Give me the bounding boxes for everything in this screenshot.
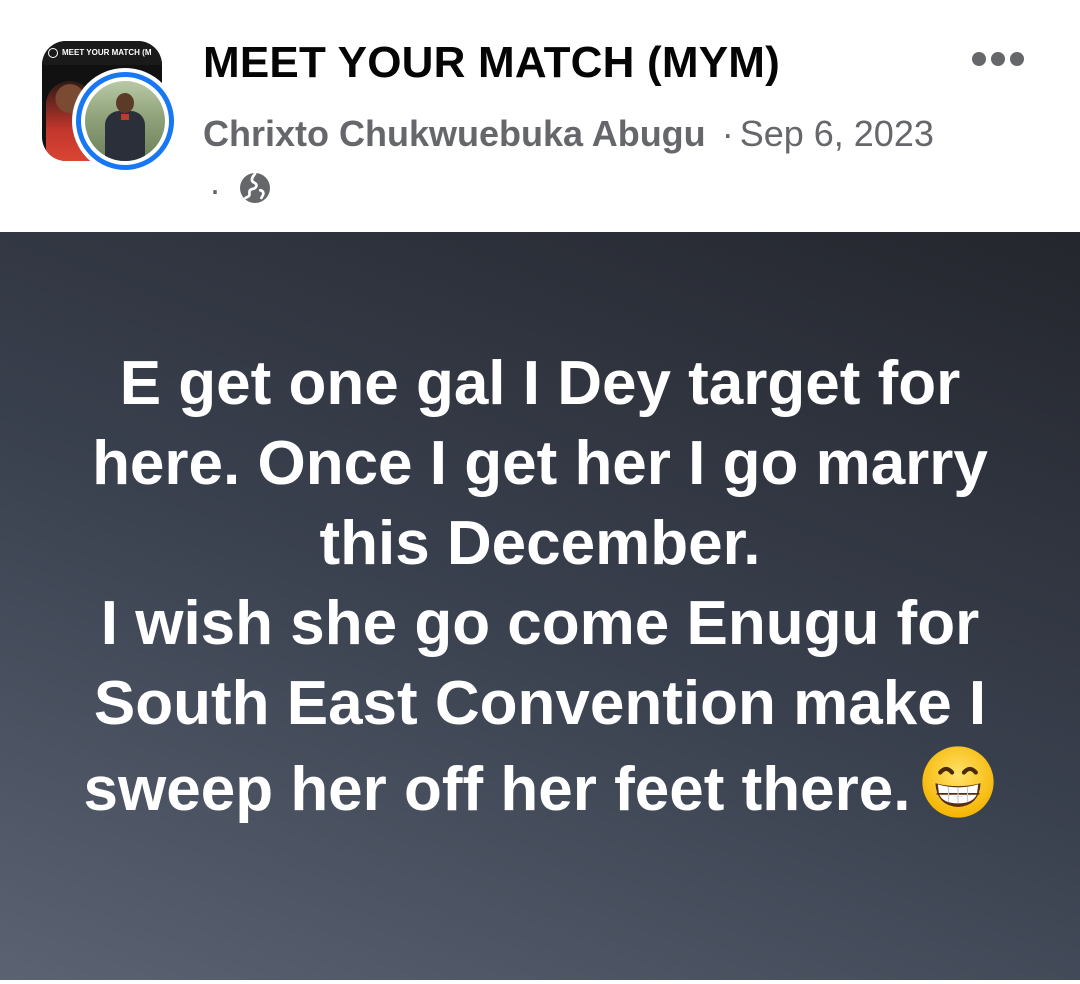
post-meta: Chrixto Chukwuebuka Abugu · Sep 6, 2023 · — [203, 106, 943, 218]
meta-separator: · — [721, 113, 734, 154]
author-photo — [85, 81, 165, 161]
more-options-icon[interactable] — [968, 48, 1028, 72]
author-name[interactable]: Chrixto Chukwuebuka Abugu — [203, 113, 706, 154]
group-name[interactable]: MEET YOUR MATCH (MYM) — [203, 38, 780, 88]
post-text-body: E get one gal I Dey target for here. Onc… — [83, 349, 988, 824]
author-avatar[interactable] — [72, 68, 178, 174]
post-text-card: E get one gal I Dey target for here. Onc… — [0, 232, 1080, 980]
grinning-face-emoji-icon — [922, 746, 995, 818]
meta-separator: · — [209, 169, 221, 210]
facebook-post: MEET YOUR MATCH (M MEET YOUR MATCH (MYM)… — [0, 0, 1080, 984]
globe-icon — [240, 172, 271, 203]
post-header: MEET YOUR MATCH (M MEET YOUR MATCH (MYM)… — [0, 0, 1080, 232]
group-avatar-banner: MEET YOUR MATCH (M — [42, 41, 162, 65]
post-date[interactable]: Sep 6, 2023 — [740, 113, 934, 154]
post-text: E get one gal I Dey target for here. Onc… — [60, 344, 1020, 830]
